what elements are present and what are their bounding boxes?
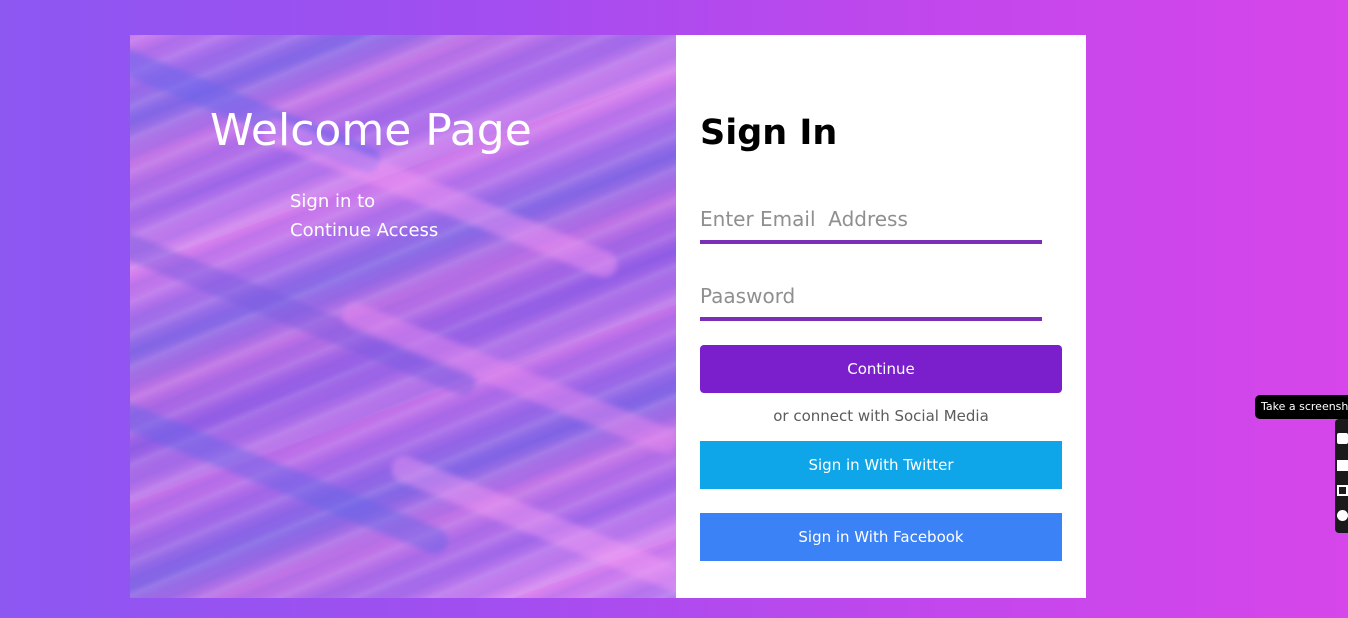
social-media-note: or connect with Social Media	[773, 407, 989, 425]
fullscreen-icon[interactable]	[1337, 460, 1348, 471]
welcome-subtitle-line2: Continue Access	[290, 220, 439, 241]
email-field[interactable]	[700, 197, 1042, 244]
facebook-signin-button[interactable]: Sign in With Facebook	[700, 513, 1062, 561]
welcome-title: Welcome Page	[210, 105, 532, 156]
gear-icon[interactable]	[1337, 510, 1348, 521]
art-streak	[338, 298, 676, 458]
twitter-signin-button[interactable]: Sign in With Twitter	[700, 441, 1062, 489]
signin-panel: Sign In Continue or connect with Social …	[676, 35, 1086, 598]
camera-icon[interactable]	[1337, 433, 1348, 444]
screenshot-toolbar	[1335, 419, 1348, 533]
welcome-subtitle-line1: Sign in to	[290, 191, 376, 212]
welcome-artwork-panel: Welcome Page Sign in to Continue Access	[130, 35, 676, 598]
screenshot-tooltip: Take a screenshot	[1255, 395, 1348, 419]
window-icon[interactable]	[1337, 485, 1348, 496]
continue-button[interactable]: Continue	[700, 345, 1062, 393]
password-field[interactable]	[700, 275, 1042, 321]
welcome-subtitle: Sign in to Continue Access	[290, 187, 438, 245]
signin-title: Sign In	[700, 113, 838, 153]
